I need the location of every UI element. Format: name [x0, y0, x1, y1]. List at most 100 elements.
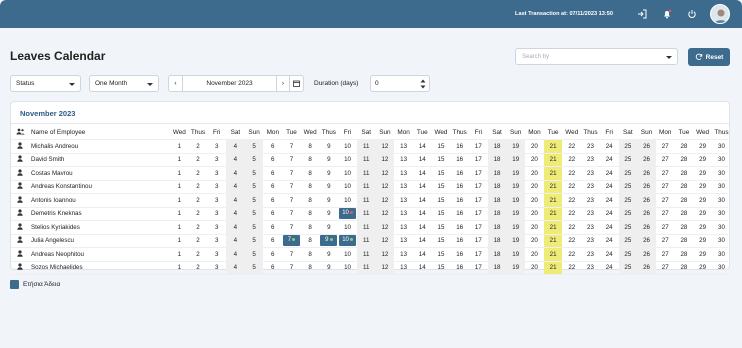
leave-day-cell[interactable]: 10 — [338, 207, 357, 221]
day-cell[interactable]: 3 — [207, 180, 227, 194]
leave-marker[interactable]: 7 — [282, 235, 300, 247]
day-cell[interactable]: 26 — [637, 153, 656, 167]
day-cell[interactable]: 27 — [655, 261, 675, 275]
day-cell[interactable]: 2 — [188, 207, 208, 221]
day-cell[interactable]: 14 — [412, 261, 432, 275]
day-cell[interactable]: 4 — [226, 261, 245, 275]
day-cell[interactable]: 27 — [655, 220, 675, 235]
day-cell[interactable]: 24 — [599, 180, 619, 194]
notification-bell-icon[interactable] — [657, 4, 677, 24]
day-cell[interactable]: 24 — [599, 193, 619, 208]
day-cell[interactable]: 21 — [543, 247, 563, 262]
day-cell[interactable]: 28 — [674, 139, 694, 154]
prev-month-button[interactable]: ‹ — [168, 75, 183, 92]
day-cell[interactable]: 12 — [375, 180, 395, 194]
day-cell[interactable]: 15 — [431, 180, 451, 194]
day-cell[interactable]: 4 — [226, 220, 245, 235]
day-cell[interactable]: 5 — [244, 153, 264, 167]
day-cell[interactable]: 24 — [599, 153, 619, 167]
day-cell[interactable]: 18 — [487, 166, 507, 181]
day-cell[interactable]: 21 — [543, 193, 563, 208]
day-cell[interactable]: 21 — [543, 220, 563, 235]
employee-name[interactable]: David Smith — [29, 153, 170, 167]
day-cell[interactable]: 15 — [431, 247, 451, 262]
day-cell[interactable]: 21 — [543, 207, 563, 221]
day-cell[interactable]: 22 — [562, 234, 582, 248]
day-cell[interactable]: 26 — [637, 261, 656, 275]
power-icon[interactable] — [682, 4, 702, 24]
login-icon[interactable] — [632, 4, 652, 24]
day-cell[interactable]: 29 — [693, 180, 712, 194]
day-cell[interactable]: 18 — [487, 220, 507, 235]
day-cell[interactable]: 9 — [319, 180, 339, 194]
day-cell[interactable]: 19 — [506, 234, 526, 248]
leave-day-cell[interactable]: 7 — [282, 234, 301, 248]
day-cell[interactable]: 4 — [226, 193, 245, 208]
day-cell[interactable]: 3 — [207, 166, 227, 181]
employee-name[interactable]: Antonis Ioannou — [29, 193, 170, 208]
day-cell[interactable]: 21 — [543, 153, 563, 167]
day-cell[interactable]: 9 — [319, 193, 339, 208]
day-cell[interactable]: 8 — [300, 234, 320, 248]
day-cell[interactable]: 16 — [450, 207, 469, 221]
day-cell[interactable]: 20 — [525, 153, 544, 167]
day-cell[interactable]: 28 — [674, 193, 694, 208]
day-cell[interactable]: 13 — [394, 193, 413, 208]
duration-input[interactable]: 0 — [370, 75, 430, 92]
day-cell[interactable]: 25 — [618, 220, 638, 235]
reset-button[interactable]: Reset — [688, 48, 730, 66]
day-cell[interactable]: 10 — [338, 261, 357, 275]
day-cell[interactable]: 20 — [525, 234, 544, 248]
day-cell[interactable]: 19 — [506, 139, 526, 154]
day-cell[interactable]: 22 — [562, 207, 582, 221]
day-cell[interactable]: 16 — [450, 153, 469, 167]
day-cell[interactable]: 16 — [450, 234, 469, 248]
day-cell[interactable]: 25 — [618, 166, 638, 181]
day-cell[interactable]: 17 — [469, 180, 488, 194]
day-cell[interactable]: 27 — [655, 234, 675, 248]
day-cell[interactable]: 13 — [394, 247, 413, 262]
day-cell[interactable]: 12 — [375, 207, 395, 221]
day-cell[interactable]: 14 — [412, 139, 432, 154]
day-cell[interactable]: 6 — [263, 234, 283, 248]
day-cell[interactable]: 27 — [655, 180, 675, 194]
day-cell[interactable]: 22 — [562, 193, 582, 208]
day-cell[interactable]: 7 — [282, 166, 301, 181]
day-cell[interactable]: 8 — [300, 166, 320, 181]
day-cell[interactable]: 5 — [244, 166, 264, 181]
day-cell[interactable]: 11 — [356, 166, 376, 181]
day-cell[interactable]: 23 — [581, 234, 600, 248]
day-cell[interactable]: 27 — [655, 207, 675, 221]
day-cell[interactable]: 29 — [693, 207, 712, 221]
day-cell[interactable]: 3 — [207, 261, 227, 275]
day-cell[interactable]: 11 — [356, 220, 376, 235]
day-cell[interactable]: 24 — [599, 247, 619, 262]
day-cell[interactable]: 11 — [356, 234, 376, 248]
day-cell[interactable]: 16 — [450, 261, 469, 275]
day-cell[interactable]: 6 — [263, 220, 283, 235]
day-cell[interactable]: 19 — [506, 261, 526, 275]
day-cell[interactable]: 6 — [263, 139, 283, 154]
day-cell[interactable]: 20 — [525, 193, 544, 208]
stepper-icon[interactable] — [420, 78, 426, 90]
day-cell[interactable]: 11 — [356, 247, 376, 262]
day-cell[interactable]: 24 — [599, 139, 619, 154]
day-cell[interactable]: 25 — [618, 234, 638, 248]
day-cell[interactable]: 6 — [263, 193, 283, 208]
day-cell[interactable]: 20 — [525, 261, 544, 275]
day-cell[interactable]: 26 — [637, 193, 656, 208]
day-cell[interactable]: 3 — [207, 139, 227, 154]
day-cell[interactable]: 29 — [693, 153, 712, 167]
day-cell[interactable]: 7 — [282, 220, 301, 235]
day-cell[interactable]: 27 — [655, 166, 675, 181]
day-cell[interactable]: 4 — [226, 153, 245, 167]
day-cell[interactable]: 12 — [375, 220, 395, 235]
day-cell[interactable]: 26 — [637, 247, 656, 262]
day-cell[interactable]: 7 — [282, 247, 301, 262]
day-cell[interactable]: 1 — [170, 180, 189, 194]
day-cell[interactable]: 5 — [244, 193, 264, 208]
day-cell[interactable]: 8 — [300, 193, 320, 208]
day-cell[interactable]: 9 — [319, 207, 339, 221]
day-cell[interactable]: 13 — [394, 220, 413, 235]
day-cell[interactable]: 30 — [711, 220, 731, 235]
